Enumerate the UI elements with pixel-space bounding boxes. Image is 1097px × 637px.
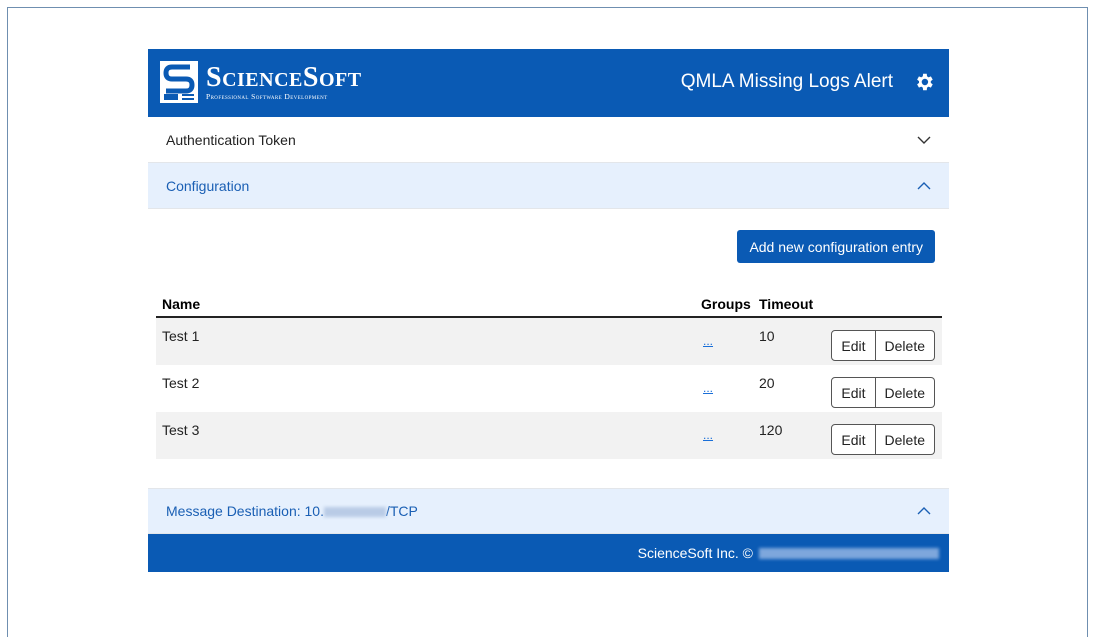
table-row: Test 1 ... 10 Edit Delete (156, 318, 942, 365)
app-title: QMLA Missing Logs Alert (680, 71, 893, 92)
edit-button[interactable]: Edit (831, 330, 876, 361)
app-footer: ScienceSoft Inc. © (148, 534, 949, 572)
delete-button[interactable]: Delete (875, 377, 935, 408)
accordion-configuration[interactable]: Configuration (148, 163, 949, 209)
sciencesoft-logo-icon (160, 61, 198, 103)
message-destination-suffix: /TCP (385, 503, 418, 519)
gear-icon[interactable] (913, 71, 935, 93)
app-container: ScienceSoft Professional Software Develo… (148, 49, 949, 572)
column-header-timeout: Timeout (759, 296, 814, 312)
row-name: Test 3 (162, 422, 200, 438)
table-row: Test 3 ... 120 Edit Delete (156, 412, 942, 459)
row-name: Test 2 (162, 375, 200, 391)
groups-link[interactable]: ... (701, 334, 713, 348)
accordion-message-destination[interactable]: Message Destination: 10. /TCP (148, 488, 949, 534)
delete-button[interactable]: Delete (875, 424, 935, 455)
footer-copyright: ScienceSoft Inc. © (637, 545, 753, 561)
row-timeout: 20 (759, 375, 775, 391)
chevron-up-icon (917, 507, 931, 515)
configuration-panel: Add new configuration entry Name Groups … (148, 209, 949, 488)
add-configuration-entry-button[interactable]: Add new configuration entry (737, 230, 935, 263)
edit-button[interactable]: Edit (831, 424, 876, 455)
redacted-ip (323, 507, 386, 518)
logo: ScienceSoft Professional Software Develo… (160, 61, 362, 103)
accordion-label: Authentication Token (166, 131, 296, 148)
column-header-name: Name (162, 296, 201, 312)
groups-link[interactable]: ... (701, 428, 713, 442)
logo-name: ScienceSoft (206, 61, 362, 93)
table-header: Name Groups Timeout (156, 292, 942, 318)
row-timeout: 120 (759, 422, 783, 438)
configuration-table: Name Groups Timeout Test 1 ... 10 Edit D… (156, 292, 942, 459)
logo-tagline: Professional Software Development (206, 91, 328, 101)
row-timeout: 10 (759, 328, 775, 344)
column-header-groups: Groups (701, 296, 751, 312)
accordion-label: Configuration (166, 177, 250, 194)
redacted-version (759, 547, 939, 559)
accordion-label: Message Destination: 10. /TCP (166, 503, 418, 519)
chevron-down-icon (917, 136, 931, 144)
app-header: ScienceSoft Professional Software Develo… (148, 49, 949, 117)
accordion-authentication-token[interactable]: Authentication Token (148, 117, 949, 163)
edit-button[interactable]: Edit (831, 377, 876, 408)
groups-link[interactable]: ... (701, 381, 713, 395)
row-name: Test 1 (162, 328, 200, 344)
message-destination-prefix: Message Destination: 10. (166, 503, 324, 519)
delete-button[interactable]: Delete (875, 330, 935, 361)
table-row: Test 2 ... 20 Edit Delete (156, 365, 942, 412)
chevron-up-icon (917, 181, 931, 189)
